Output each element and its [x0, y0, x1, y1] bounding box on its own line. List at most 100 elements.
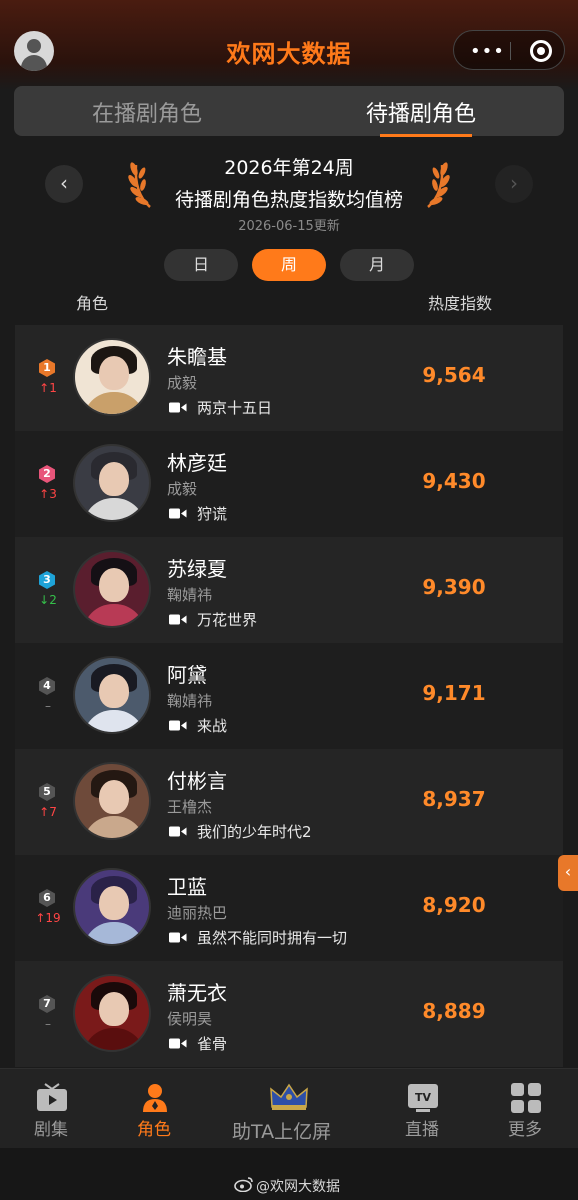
- weibo-icon: [234, 1177, 253, 1192]
- ranking-row[interactable]: 1 ↑1 朱瞻基 成毅 两京十五日 9,564: [15, 325, 563, 431]
- video-camera-icon: [169, 826, 187, 837]
- tab-upcoming-roles[interactable]: 待播剧角色: [366, 96, 476, 128]
- rank-badge: 2: [37, 464, 57, 484]
- heat-score: 9,171: [422, 681, 486, 705]
- period-week-button[interactable]: 周: [252, 249, 326, 281]
- character-photo: [73, 656, 151, 734]
- ranking-row[interactable]: 6 ↑19 卫蓝 迪丽热巴 虽然不能同时拥有一切 8,920: [15, 855, 563, 961]
- tab-airing-roles[interactable]: 在播剧角色: [92, 96, 202, 128]
- rank-number: 6: [43, 891, 51, 904]
- character-photo: [73, 338, 151, 416]
- drama-title: 虽然不能同时拥有一切: [197, 929, 348, 947]
- ranking-row[interactable]: 5 ↑7 付彬言 王橹杰 我们的少年时代2 8,937: [15, 749, 563, 855]
- actor-name: 迪丽热巴: [167, 904, 228, 922]
- actor-name: 成毅: [167, 480, 198, 498]
- character-name: 付彬言: [167, 769, 227, 793]
- svg-text:TV: TV: [415, 1091, 432, 1104]
- nav-label-live: 直播: [405, 1120, 439, 1140]
- period-day-button[interactable]: 日: [164, 249, 238, 281]
- role-icon: [143, 1084, 167, 1112]
- nav-item-roles[interactable]: 角色: [137, 1069, 173, 1149]
- footer-watermark: @欢网大数据: [0, 1148, 578, 1200]
- nav-label-more: 更多: [508, 1120, 542, 1140]
- actor-name: 侯明昊: [167, 1010, 213, 1028]
- character-photo: [73, 868, 151, 946]
- mini-program-capsule: •••: [453, 30, 565, 70]
- rank-trend: –: [45, 1017, 51, 1031]
- rank-number: 3: [43, 573, 51, 586]
- character-photo: [73, 444, 151, 522]
- ranking-row[interactable]: 2 ↑3 林彦廷 成毅 狩谎 9,430: [15, 431, 563, 537]
- top-bar: 欢网大数据 •••: [0, 0, 578, 90]
- column-header-heat: 热度指数: [428, 294, 493, 313]
- drama-title: 雀骨: [197, 1035, 228, 1053]
- video-camera-icon: [169, 402, 187, 413]
- ranking-row[interactable]: 4 – 阿黛 鞠婧祎 来战 9,171: [15, 643, 563, 749]
- ranking-title: 待播剧角色热度指数均值榜: [174, 189, 403, 211]
- actor-name: 鞠婧祎: [167, 586, 213, 604]
- ranking-week-title: 2026年第24周: [224, 157, 354, 179]
- character-photo: [73, 762, 151, 840]
- column-header-role: 角色: [76, 294, 109, 313]
- nav-item-episodes[interactable]: 剧集: [34, 1069, 70, 1149]
- rank-badge: 3: [37, 570, 57, 590]
- rank-badge: 1: [37, 358, 57, 378]
- character-name: 卫蓝: [167, 875, 207, 899]
- rank-trend: ↑7: [39, 805, 57, 819]
- rank-trend: ↑1: [39, 381, 57, 395]
- nav-item-boost[interactable]: 助TA上亿屏: [232, 1069, 346, 1149]
- rank-badge: 5: [37, 782, 57, 802]
- updated-date: 2026-06-15更新: [238, 219, 340, 234]
- heat-score: 9,430: [422, 469, 486, 493]
- rank-trend: ↑19: [35, 911, 61, 925]
- drama-title: 我们的少年时代2: [197, 823, 312, 841]
- video-camera-icon: [169, 1038, 187, 1049]
- video-camera-icon: [169, 614, 187, 625]
- heat-score: 9,390: [422, 575, 486, 599]
- nav-item-more[interactable]: 更多: [508, 1069, 544, 1149]
- drama-title: 来战: [197, 717, 228, 735]
- rank-badge: 4: [37, 676, 57, 696]
- grid-icon: [511, 1083, 541, 1113]
- rank-number: 7: [43, 997, 51, 1010]
- nav-item-live[interactable]: TV 直播: [405, 1069, 441, 1149]
- drama-title: 两京十五日: [197, 399, 273, 417]
- nav-label-episodes: 剧集: [34, 1120, 68, 1140]
- character-name: 阿黛: [167, 663, 207, 687]
- rank-trend: ↑3: [39, 487, 57, 501]
- drama-title: 狩谎: [197, 505, 228, 523]
- video-camera-icon: [169, 932, 187, 943]
- crown-icon: [270, 1083, 308, 1110]
- rank-trend: –: [45, 699, 51, 713]
- rank-badge: 7: [37, 994, 57, 1014]
- nav-label-boost: 助TA上亿屏: [232, 1121, 332, 1143]
- rank-number: 2: [43, 467, 51, 480]
- live-tv-icon: TV: [408, 1084, 438, 1112]
- ranking-row[interactable]: 3 ↓2 苏绿夏 鞠婧祎 万花世界 9,390: [15, 537, 563, 643]
- active-tab-indicator: [380, 134, 472, 137]
- ranking-row[interactable]: 7 – 萧无衣 侯明昊 雀骨 8,889: [15, 961, 563, 1067]
- period-month-button[interactable]: 月: [340, 249, 414, 281]
- heat-score: 8,937: [422, 787, 486, 811]
- heat-score: 9,564: [422, 363, 486, 387]
- rank-number: 1: [43, 361, 51, 374]
- side-collapse-button[interactable]: ‹: [558, 855, 578, 891]
- video-camera-icon: [169, 720, 187, 731]
- actor-name: 王橹杰: [167, 798, 213, 816]
- heat-score: 8,920: [422, 893, 486, 917]
- footer-text: @欢网大数据: [256, 1179, 340, 1195]
- actor-name: 鞠婧祎: [167, 692, 213, 710]
- heat-score: 8,889: [422, 999, 486, 1023]
- close-target-icon[interactable]: [530, 40, 552, 62]
- rank-number: 4: [43, 679, 51, 692]
- more-dots-icon[interactable]: •••: [470, 41, 505, 62]
- character-name: 萧无衣: [167, 981, 227, 1005]
- character-name: 林彦廷: [167, 451, 227, 475]
- character-name: 苏绿夏: [167, 557, 227, 581]
- character-photo: [73, 974, 151, 1052]
- character-name: 朱瞻基: [167, 345, 227, 369]
- tv-icon: [37, 1083, 67, 1111]
- video-camera-icon: [169, 508, 187, 519]
- actor-name: 成毅: [167, 374, 198, 392]
- nav-label-roles: 角色: [137, 1120, 171, 1140]
